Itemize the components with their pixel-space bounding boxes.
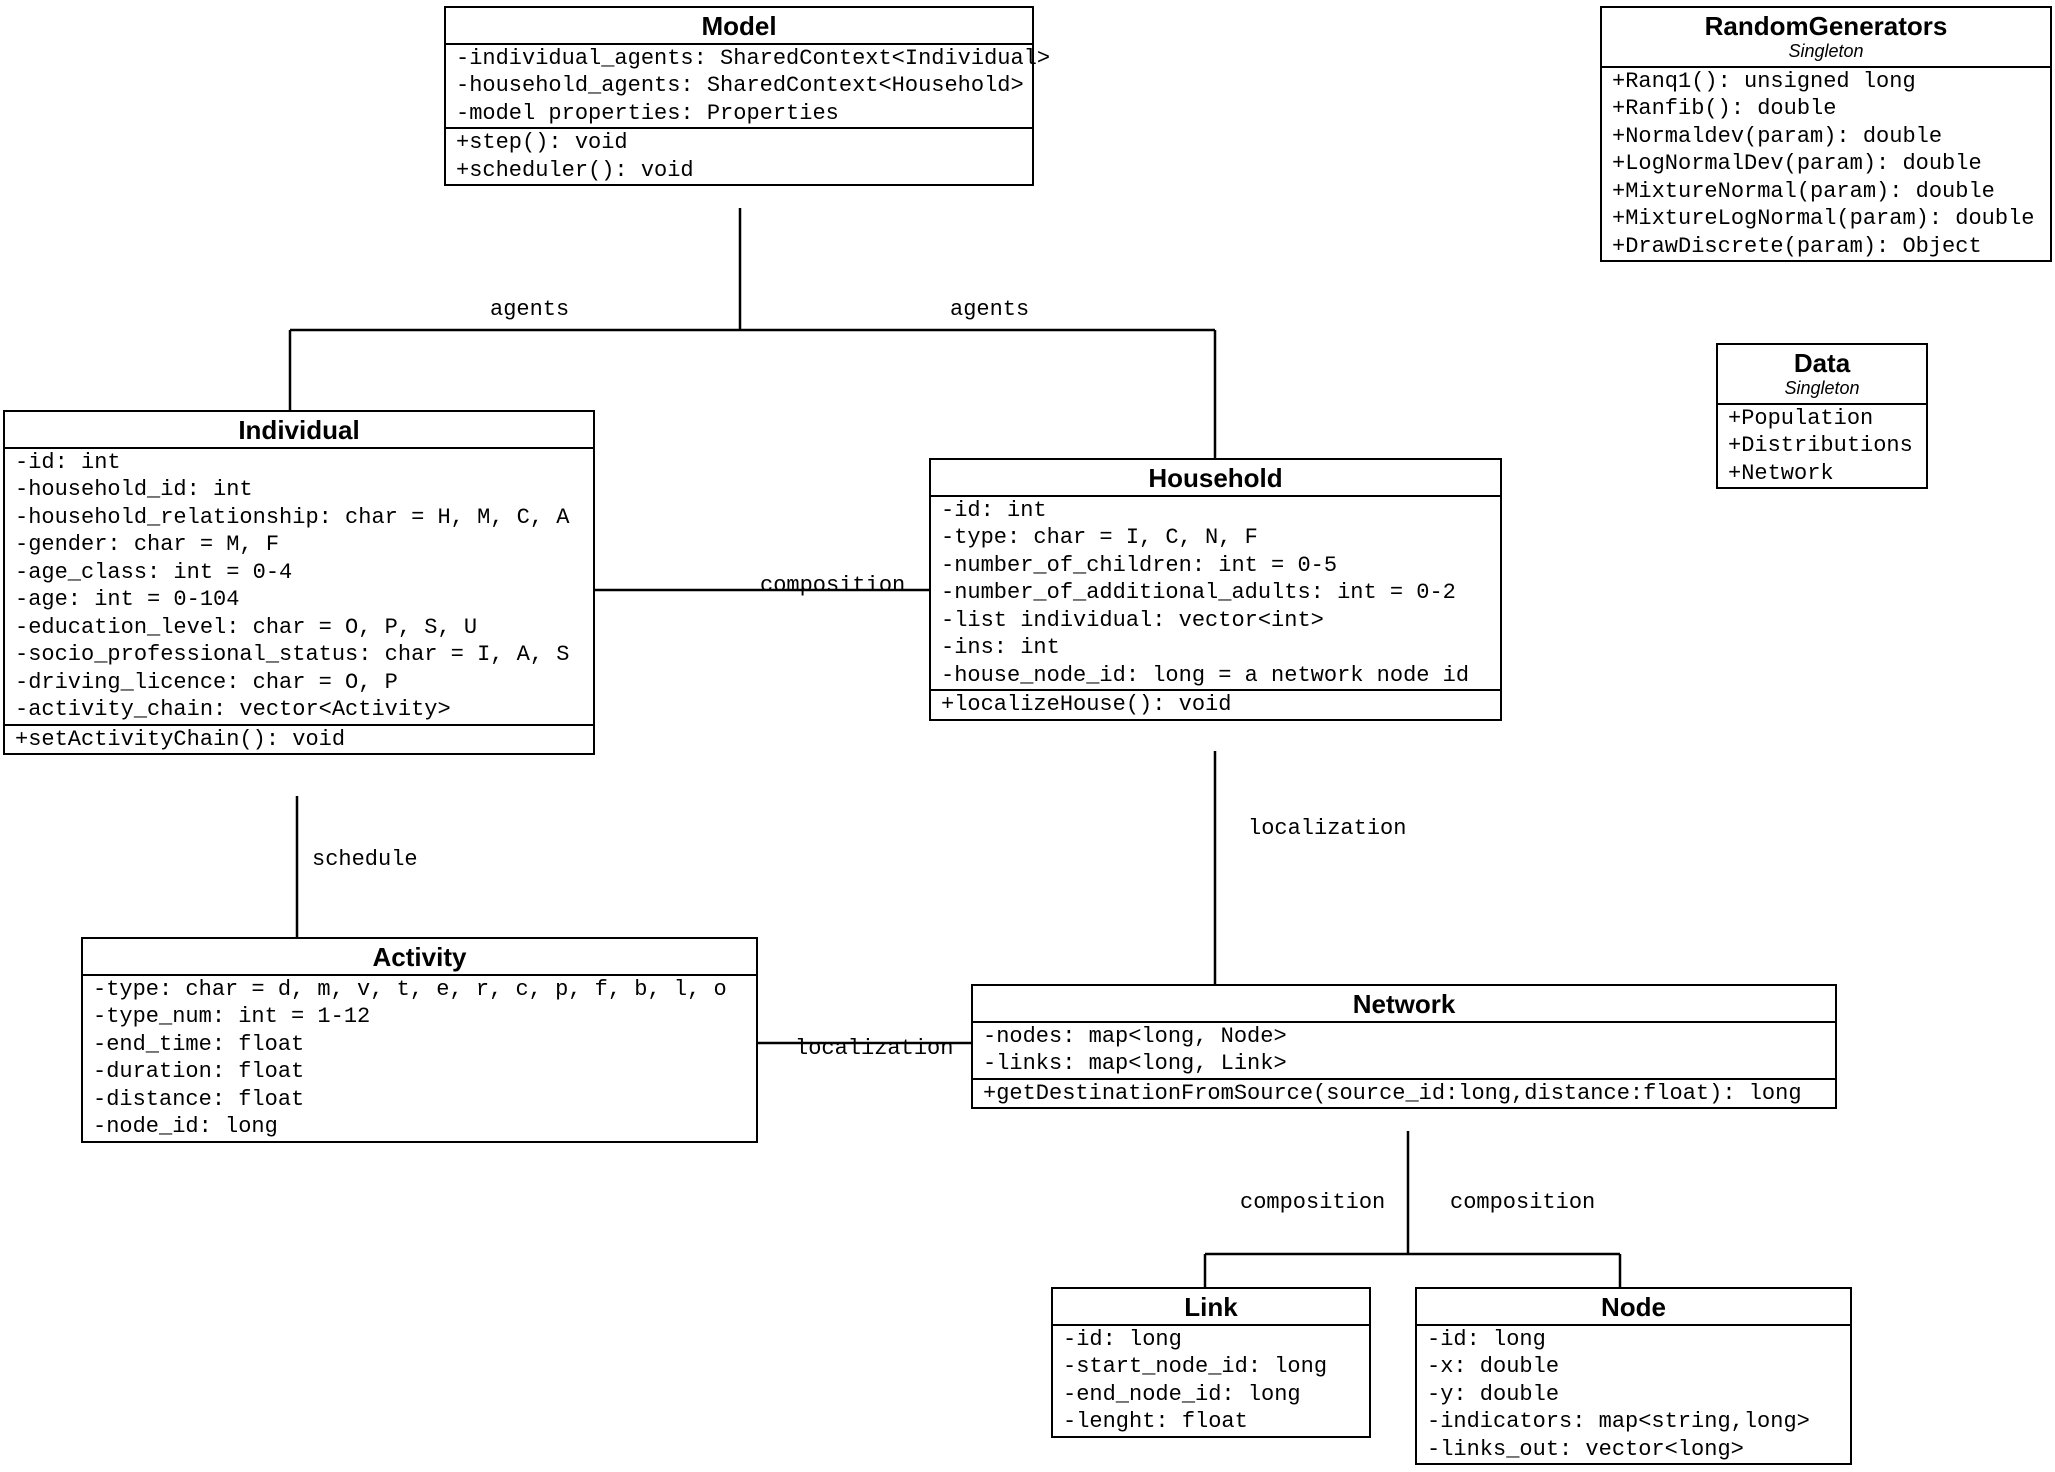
label-agents-right: agents xyxy=(950,297,1029,322)
attr: -ins: int xyxy=(931,634,1500,662)
attr: -driving_licence: char = O, P xyxy=(5,669,593,697)
class-node: Node -id: long -x: double -y: double -in… xyxy=(1415,1287,1852,1465)
attr: -gender: char = M, F xyxy=(5,531,593,559)
attr: -household_id: int xyxy=(5,476,593,504)
label-localization-hn: localization xyxy=(1248,816,1406,841)
attr: -y: double xyxy=(1417,1381,1850,1409)
op: +Ranq1(): unsigned long xyxy=(1602,68,2050,96)
op: +LogNormalDev(param): double xyxy=(1602,150,2050,178)
attr: -nodes: map<long, Node> xyxy=(973,1023,1835,1051)
attr: -age_class: int = 0-4 xyxy=(5,559,593,587)
attr: -education_level: char = O, P, S, U xyxy=(5,614,593,642)
label-schedule: schedule xyxy=(312,847,418,872)
class-link: Link -id: long -start_node_id: long -end… xyxy=(1051,1287,1371,1438)
label-agents-left: agents xyxy=(490,297,569,322)
attr: -indicators: map<string,long> xyxy=(1417,1408,1850,1436)
attr: -id: long xyxy=(1417,1326,1850,1354)
attr: -id: int xyxy=(931,497,1500,525)
attr: -number_of_additional_adults: int = 0-2 xyxy=(931,579,1500,607)
op: +Network xyxy=(1718,460,1926,488)
attr: -start_node_id: long xyxy=(1053,1353,1369,1381)
class-title: Network xyxy=(973,986,1835,1021)
class-title: Data xyxy=(1718,345,1926,380)
class-random-generators: RandomGenerators Singleton +Ranq1(): uns… xyxy=(1600,6,2052,262)
op: +step(): void xyxy=(446,129,1032,157)
op: +Ranfib(): double xyxy=(1602,95,2050,123)
attr: -links: map<long, Link> xyxy=(973,1050,1835,1078)
op: +Normaldev(param): double xyxy=(1602,123,2050,151)
attr: -id: long xyxy=(1053,1326,1369,1354)
attr: -list individual: vector<int> xyxy=(931,607,1500,635)
class-stereotype: Singleton xyxy=(1718,378,1926,403)
op: +MixtureLogNormal(param): double xyxy=(1602,205,2050,233)
attr: -duration: float xyxy=(83,1058,756,1086)
op: +MixtureNormal(param): double xyxy=(1602,178,2050,206)
attr: -type: char = I, C, N, F xyxy=(931,524,1500,552)
op: +Distributions xyxy=(1718,432,1926,460)
label-composition-nn: composition xyxy=(1450,1190,1595,1215)
attr: -model properties: Properties xyxy=(446,100,1032,128)
label-composition-ih: composition xyxy=(760,573,905,598)
class-activity: Activity -type: char = d, m, v, t, e, r,… xyxy=(81,937,758,1143)
attr: -node_id: long xyxy=(83,1113,756,1141)
op: +scheduler(): void xyxy=(446,157,1032,185)
attr: -type: char = d, m, v, t, e, r, c, p, f,… xyxy=(83,976,756,1004)
class-title: Link xyxy=(1053,1289,1369,1324)
label-composition-nl: composition xyxy=(1240,1190,1385,1215)
attr: -x: double xyxy=(1417,1353,1850,1381)
attr: -links_out: vector<long> xyxy=(1417,1436,1850,1464)
op: +setActivityChain(): void xyxy=(5,726,593,754)
op: +localizeHouse(): void xyxy=(931,691,1500,719)
attr: -socio_professional_status: char = I, A,… xyxy=(5,641,593,669)
class-model: Model -individual_agents: SharedContext<… xyxy=(444,6,1034,186)
class-title: Model xyxy=(446,8,1032,43)
class-title: Household xyxy=(931,460,1500,495)
class-title: RandomGenerators xyxy=(1602,8,2050,43)
attr: -end_time: float xyxy=(83,1031,756,1059)
class-title: Individual xyxy=(5,412,593,447)
op: +getDestinationFromSource(source_id:long… xyxy=(973,1080,1835,1108)
attr: -type_num: int = 1-12 xyxy=(83,1003,756,1031)
attr: -household_agents: SharedContext<Househo… xyxy=(446,72,1032,100)
class-stereotype: Singleton xyxy=(1602,41,2050,66)
class-data: Data Singleton +Population +Distribution… xyxy=(1716,343,1928,489)
class-title: Activity xyxy=(83,939,756,974)
attr: -house_node_id: long = a network node id xyxy=(931,662,1500,690)
class-household: Household -id: int -type: char = I, C, N… xyxy=(929,458,1502,721)
attr: -lenght: float xyxy=(1053,1408,1369,1436)
attr: -end_node_id: long xyxy=(1053,1381,1369,1409)
attr: -id: int xyxy=(5,449,593,477)
attr: -number_of_children: int = 0-5 xyxy=(931,552,1500,580)
attr: -age: int = 0-104 xyxy=(5,586,593,614)
op: +Population xyxy=(1718,405,1926,433)
attr: -activity_chain: vector<Activity> xyxy=(5,696,593,724)
op: +DrawDiscrete(param): Object xyxy=(1602,233,2050,261)
class-title: Node xyxy=(1417,1289,1850,1324)
attr: -distance: float xyxy=(83,1086,756,1114)
attr: -household_relationship: char = H, M, C,… xyxy=(5,504,593,532)
label-localization-an: localization xyxy=(795,1036,953,1061)
class-network: Network -nodes: map<long, Node> -links: … xyxy=(971,984,1837,1109)
attr: -individual_agents: SharedContext<Indivi… xyxy=(446,45,1032,73)
class-individual: Individual -id: int -household_id: int -… xyxy=(3,410,595,755)
